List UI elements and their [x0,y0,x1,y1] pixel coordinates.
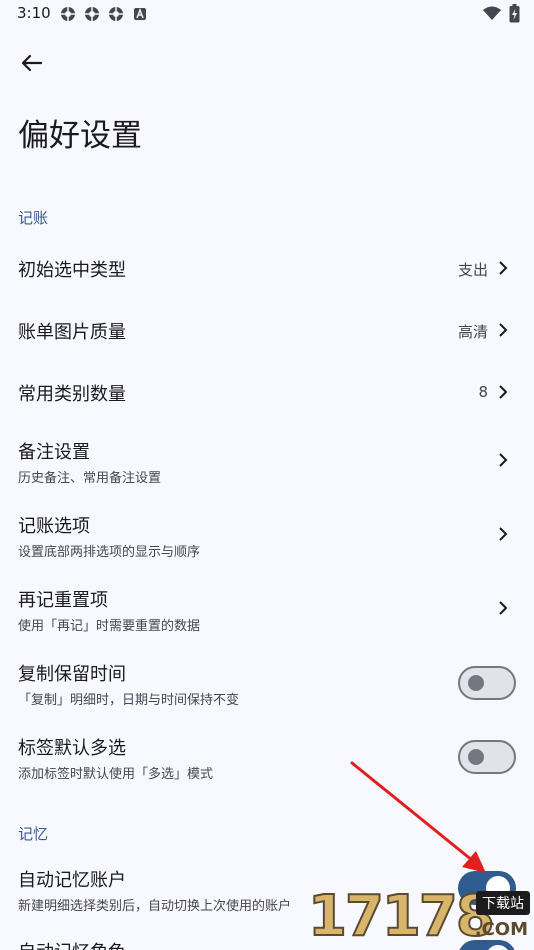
setting-title: 标签默认多选 [18,738,126,759]
setting-subtitle: 「复制」明细时，日期与时间保持不变 [18,693,240,708]
setting-re-record-reset[interactable]: 再记重置项 使用「再记」时需要重置的数据 [0,574,534,644]
chevron-right-icon [499,527,508,541]
setting-subtitle: 新建明细选择类别后，自动切换上次使用的账户 [18,899,292,914]
app-notification-icon [109,7,123,21]
setting-initial-type[interactable]: 初始选中类型 支出 [0,238,534,298]
setting-subtitle: 历史备注、常用备注设置 [18,471,162,486]
back-arrow-icon[interactable] [17,48,47,78]
setting-value: 8 [478,383,488,401]
watermark-text: 17178 [307,884,496,950]
setting-subtitle: 使用「再记」时需要重置的数据 [18,619,201,634]
a-notification-icon [134,8,146,20]
annotation-arrow-icon [350,761,486,873]
section-header-memory: 记忆 [18,825,49,843]
setting-title: 再记重置项 [18,590,108,611]
setting-subtitle: 设置底部两排选项的显示与顺序 [18,545,201,560]
section-header-bookkeeping: 记账 [18,209,49,227]
chevron-right-icon [499,601,508,615]
copy-keep-time-toggle[interactable] [458,666,516,700]
setting-remark[interactable]: 备注设置 历史备注、常用备注设置 [0,426,534,496]
setting-title: 初始选中类型 [18,260,126,281]
watermark-badge: 下载站 [476,891,530,915]
chevron-right-icon [499,385,508,399]
setting-value: 高清 [457,323,488,341]
toggle-knob [468,675,484,691]
app-notification-icon [61,7,75,21]
setting-bookkeeping-options[interactable]: 记账选项 设置底部两排选项的显示与顺序 [0,500,534,570]
watermark-suffix: .COM [474,919,528,940]
wifi-icon [483,6,501,20]
setting-title: 自动记忆账户 [18,870,126,891]
chevron-right-icon [499,261,508,275]
app-notification-icon [85,7,99,21]
setting-title: 自动记忆角色 [18,938,126,950]
watermark-logo: 17178 下载站 .COM [307,884,534,950]
chevron-right-icon [499,453,508,467]
setting-title: 复制保留时间 [18,664,126,685]
setting-title: 常用类别数量 [18,384,126,405]
setting-image-quality[interactable]: 账单图片质量 高清 [0,300,534,360]
setting-subtitle: 添加标签时默认使用「多选」模式 [18,767,214,782]
setting-title: 备注设置 [18,442,90,463]
setting-value: 支出 [457,261,488,279]
status-bar: 3:10 [0,0,534,28]
status-time: 3:10 [17,4,51,22]
page-title: 偏好设置 [18,118,142,154]
chevron-right-icon [499,323,508,337]
battery-charging-icon [509,4,520,23]
setting-common-category-count[interactable]: 常用类别数量 8 [0,362,534,422]
setting-copy-keep-time[interactable]: 复制保留时间 「复制」明细时，日期与时间保持不变 [0,648,534,718]
setting-title: 账单图片质量 [18,322,126,343]
setting-title: 记账选项 [18,516,90,537]
